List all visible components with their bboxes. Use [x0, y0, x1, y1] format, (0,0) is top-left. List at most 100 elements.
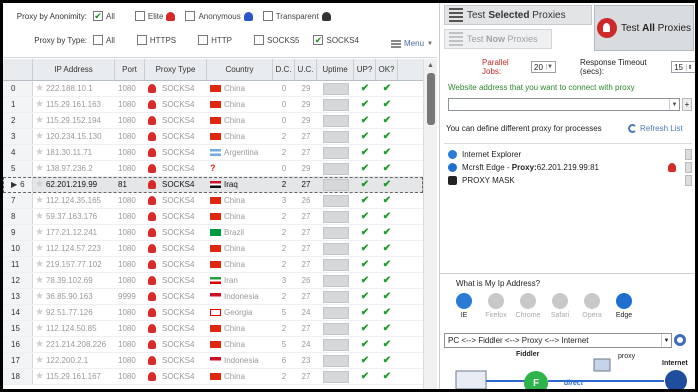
ip-cell[interactable]: ★ 138.97.236.2 — [33, 161, 115, 176]
anonymity-all-option[interactable]: ✔ All — [93, 11, 115, 21]
type-all-option[interactable]: All — [93, 35, 115, 45]
type-socks5-option[interactable]: SOCKS5 — [254, 35, 299, 45]
row-index[interactable]: 13 — [3, 289, 33, 304]
type-socks4-checkbox[interactable]: ✔ — [313, 35, 324, 45]
ip-cell[interactable]: ★ 122.200.2.1 — [33, 353, 115, 368]
table-row[interactable]: 1 ★ 115.29.161.163 1080 SOCKS4 China 0 29 ✔ ✔ — [3, 97, 423, 113]
table-row[interactable]: 3 ★ 120.234.15.130 1080 SOCKS4 China 2 27 ✔ ✔ — [3, 129, 423, 145]
table-row[interactable]: 15 ★ 112.124.50.85 1080 SOCKS4 China 2 27 ✔ ✔ — [3, 321, 423, 337]
process-item[interactable]: Internet Explorer — [444, 148, 692, 161]
scroll-up-icon[interactable]: ▲ — [424, 59, 437, 71]
ip-cell[interactable]: ★ 115.29.161.167 — [33, 369, 115, 384]
star-icon[interactable]: ★ — [35, 371, 44, 382]
star-icon[interactable]: ★ — [35, 83, 44, 94]
type-https-checkbox[interactable] — [136, 35, 147, 45]
table-row[interactable]: 11 ★ 219.157.77.102 1080 SOCKS4 China 2 27 ✔ ✔ — [3, 257, 423, 273]
table-row[interactable]: 12 ★ 78.39.102.69 1080 SOCKS4 Iran 3 26 ✔ ✔ — [3, 273, 423, 289]
star-icon[interactable]: ★ — [35, 131, 44, 142]
table-row[interactable]: 10 ★ 112.124.57.223 1080 SOCKS4 China 2 27 ✔ ✔ — [3, 241, 423, 257]
star-icon[interactable]: ★ — [35, 355, 44, 366]
ip-cell[interactable]: ★ 115.29.161.163 — [33, 97, 115, 112]
row-index[interactable]: 1 — [3, 97, 33, 112]
table-row[interactable]: 9 ★ 177.21.12.241 1080 SOCKS4 Brazil 2 27 ✔ ✔ — [3, 225, 423, 241]
col-ok-header[interactable]: OK? — [376, 59, 398, 80]
grid-scrollbar[interactable]: ▲ — [423, 59, 437, 389]
row-index[interactable]: 7 — [3, 193, 33, 208]
row-index[interactable]: 0 — [3, 81, 33, 96]
row-index[interactable]: 18 — [3, 369, 33, 384]
parallel-jobs-stepper[interactable]: 20 ▼ — [531, 61, 556, 73]
process-item[interactable]: Mcrsft Edge - Proxy: 62.201.219.99:81 — [444, 161, 692, 174]
row-index[interactable]: 8 — [3, 209, 33, 224]
row-index[interactable]: 12 — [3, 273, 33, 288]
row-index[interactable]: 14 — [3, 305, 33, 320]
type-https-option[interactable]: HTTPS — [136, 35, 176, 45]
row-index[interactable]: ▶ 6 — [3, 177, 33, 192]
table-row[interactable]: 8 ★ 59.37.163.176 1080 SOCKS4 China 2 27 ✔ ✔ — [3, 209, 423, 225]
row-index[interactable]: 2 — [3, 113, 33, 128]
anonymity-transparent-checkbox[interactable] — [262, 11, 273, 21]
ip-cell[interactable]: ★ 92.51.77.126 — [33, 305, 115, 320]
type-http-option[interactable]: HTTP — [198, 35, 232, 45]
chevron-down-icon[interactable]: ▼ — [545, 64, 553, 70]
pipeline-select[interactable]: PC <--> Fiddler <--> Proxy <--> Internet… — [444, 333, 672, 348]
star-icon[interactable]: ★ — [35, 211, 44, 222]
col-dc-header[interactable]: D.C. — [273, 59, 295, 80]
browser-safari-button[interactable]: Safari — [544, 293, 576, 327]
table-row[interactable]: 7 ★ 112.124.35.165 1080 SOCKS4 China 3 26 ✔ ✔ — [3, 193, 423, 209]
ip-cell[interactable]: ★ 59.37.163.176 — [33, 209, 115, 224]
add-website-button[interactable]: + — [682, 98, 692, 111]
star-icon[interactable]: ★ — [35, 163, 44, 174]
anonymity-all-checkbox[interactable]: ✔ — [93, 11, 103, 21]
website-input[interactable]: ▼ — [448, 98, 680, 111]
ip-cell[interactable]: ★ 177.21.12.241 — [33, 225, 115, 240]
menu-button[interactable]: Menu ▼ — [391, 39, 433, 48]
browser-edge-button[interactable]: Edge — [608, 293, 640, 327]
ip-cell[interactable]: ★ 221.214.208.226 — [33, 337, 115, 352]
ip-cell[interactable]: ★ 36.85.90.163 — [33, 289, 115, 304]
star-icon[interactable]: ★ — [35, 339, 44, 350]
star-icon[interactable]: ★ — [35, 259, 44, 270]
col-port-header[interactable]: Port — [115, 59, 145, 80]
anonymity-anonymous-checkbox[interactable] — [185, 11, 196, 21]
test-selected-proxies-button[interactable]: Test Selected Proxies — [444, 5, 592, 25]
star-icon[interactable]: ★ — [35, 115, 44, 126]
ip-cell[interactable]: ★ 115.29.152.194 — [33, 113, 115, 128]
process-item[interactable]: PROXY MASK — [444, 174, 692, 187]
table-row[interactable]: 18 ★ 115.29.161.167 1080 SOCKS4 China 2 27 ✔ ✔ — [3, 369, 423, 385]
ip-cell[interactable]: ★ 78.39.102.69 — [33, 273, 115, 288]
browser-firefox-button[interactable]: Firefox — [480, 293, 512, 327]
type-socks4-option[interactable]: ✔ SOCKS4 — [313, 35, 359, 45]
row-index[interactable]: 17 — [3, 353, 33, 368]
star-icon[interactable]: ★ — [35, 227, 44, 238]
ip-cell[interactable]: ★ 112.124.35.165 — [33, 193, 115, 208]
timeout-stepper[interactable]: 15 ⬍ — [671, 61, 695, 73]
anonymity-transparent-option[interactable]: Transparent — [262, 11, 331, 21]
table-row[interactable]: 2 ★ 115.29.152.194 1080 SOCKS4 China 0 29 ✔ ✔ — [3, 113, 423, 129]
browser-chrome-button[interactable]: Chrome — [512, 293, 544, 327]
ip-cell[interactable]: ★ 112.124.50.85 — [33, 321, 115, 336]
table-row[interactable]: 16 ★ 221.214.208.226 1080 SOCKS4 China 5 24 ✔ ✔ — [3, 337, 423, 353]
anonymity-anonymous-option[interactable]: Anonymous — [185, 11, 253, 21]
ip-cell[interactable]: ★ 181.30.11.71 — [33, 145, 115, 160]
chevron-updown-icon[interactable]: ⬍ — [686, 63, 693, 71]
row-index[interactable]: 15 — [3, 321, 33, 336]
type-socks5-checkbox[interactable] — [254, 35, 265, 45]
ip-cell[interactable]: ★ 62.201.219.99 — [33, 177, 115, 192]
table-row[interactable]: 5 ★ 138.97.236.2 1080 SOCKS4? 0 29 ✔ ✔ — [3, 161, 423, 177]
table-row[interactable]: ▶ 6 ★ 62.201.219.99 81 SOCKS4 Iraq 2 27 ✔ ✔ — [3, 177, 423, 193]
star-icon[interactable]: ★ — [35, 195, 44, 206]
gear-icon[interactable] — [674, 334, 686, 346]
browser-ie-button[interactable]: IE — [448, 293, 480, 327]
table-row[interactable]: 17 ★ 122.200.2.1 1080 SOCKS4 Indonesia 6 23 ✔ ✔ — [3, 353, 423, 369]
col-type-header[interactable]: Proxy Type — [145, 59, 207, 80]
col-country-header[interactable]: Country — [207, 59, 273, 80]
row-index[interactable]: 4 — [3, 145, 33, 160]
star-icon[interactable]: ★ — [35, 291, 44, 302]
browser-opera-button[interactable]: Opera — [576, 293, 608, 327]
star-icon[interactable]: ★ — [35, 243, 44, 254]
col-up-header[interactable]: UP? — [354, 59, 376, 80]
col-uc-header[interactable]: U.C. — [295, 59, 317, 80]
row-index[interactable]: 11 — [3, 257, 33, 272]
star-icon[interactable]: ★ — [35, 275, 44, 286]
